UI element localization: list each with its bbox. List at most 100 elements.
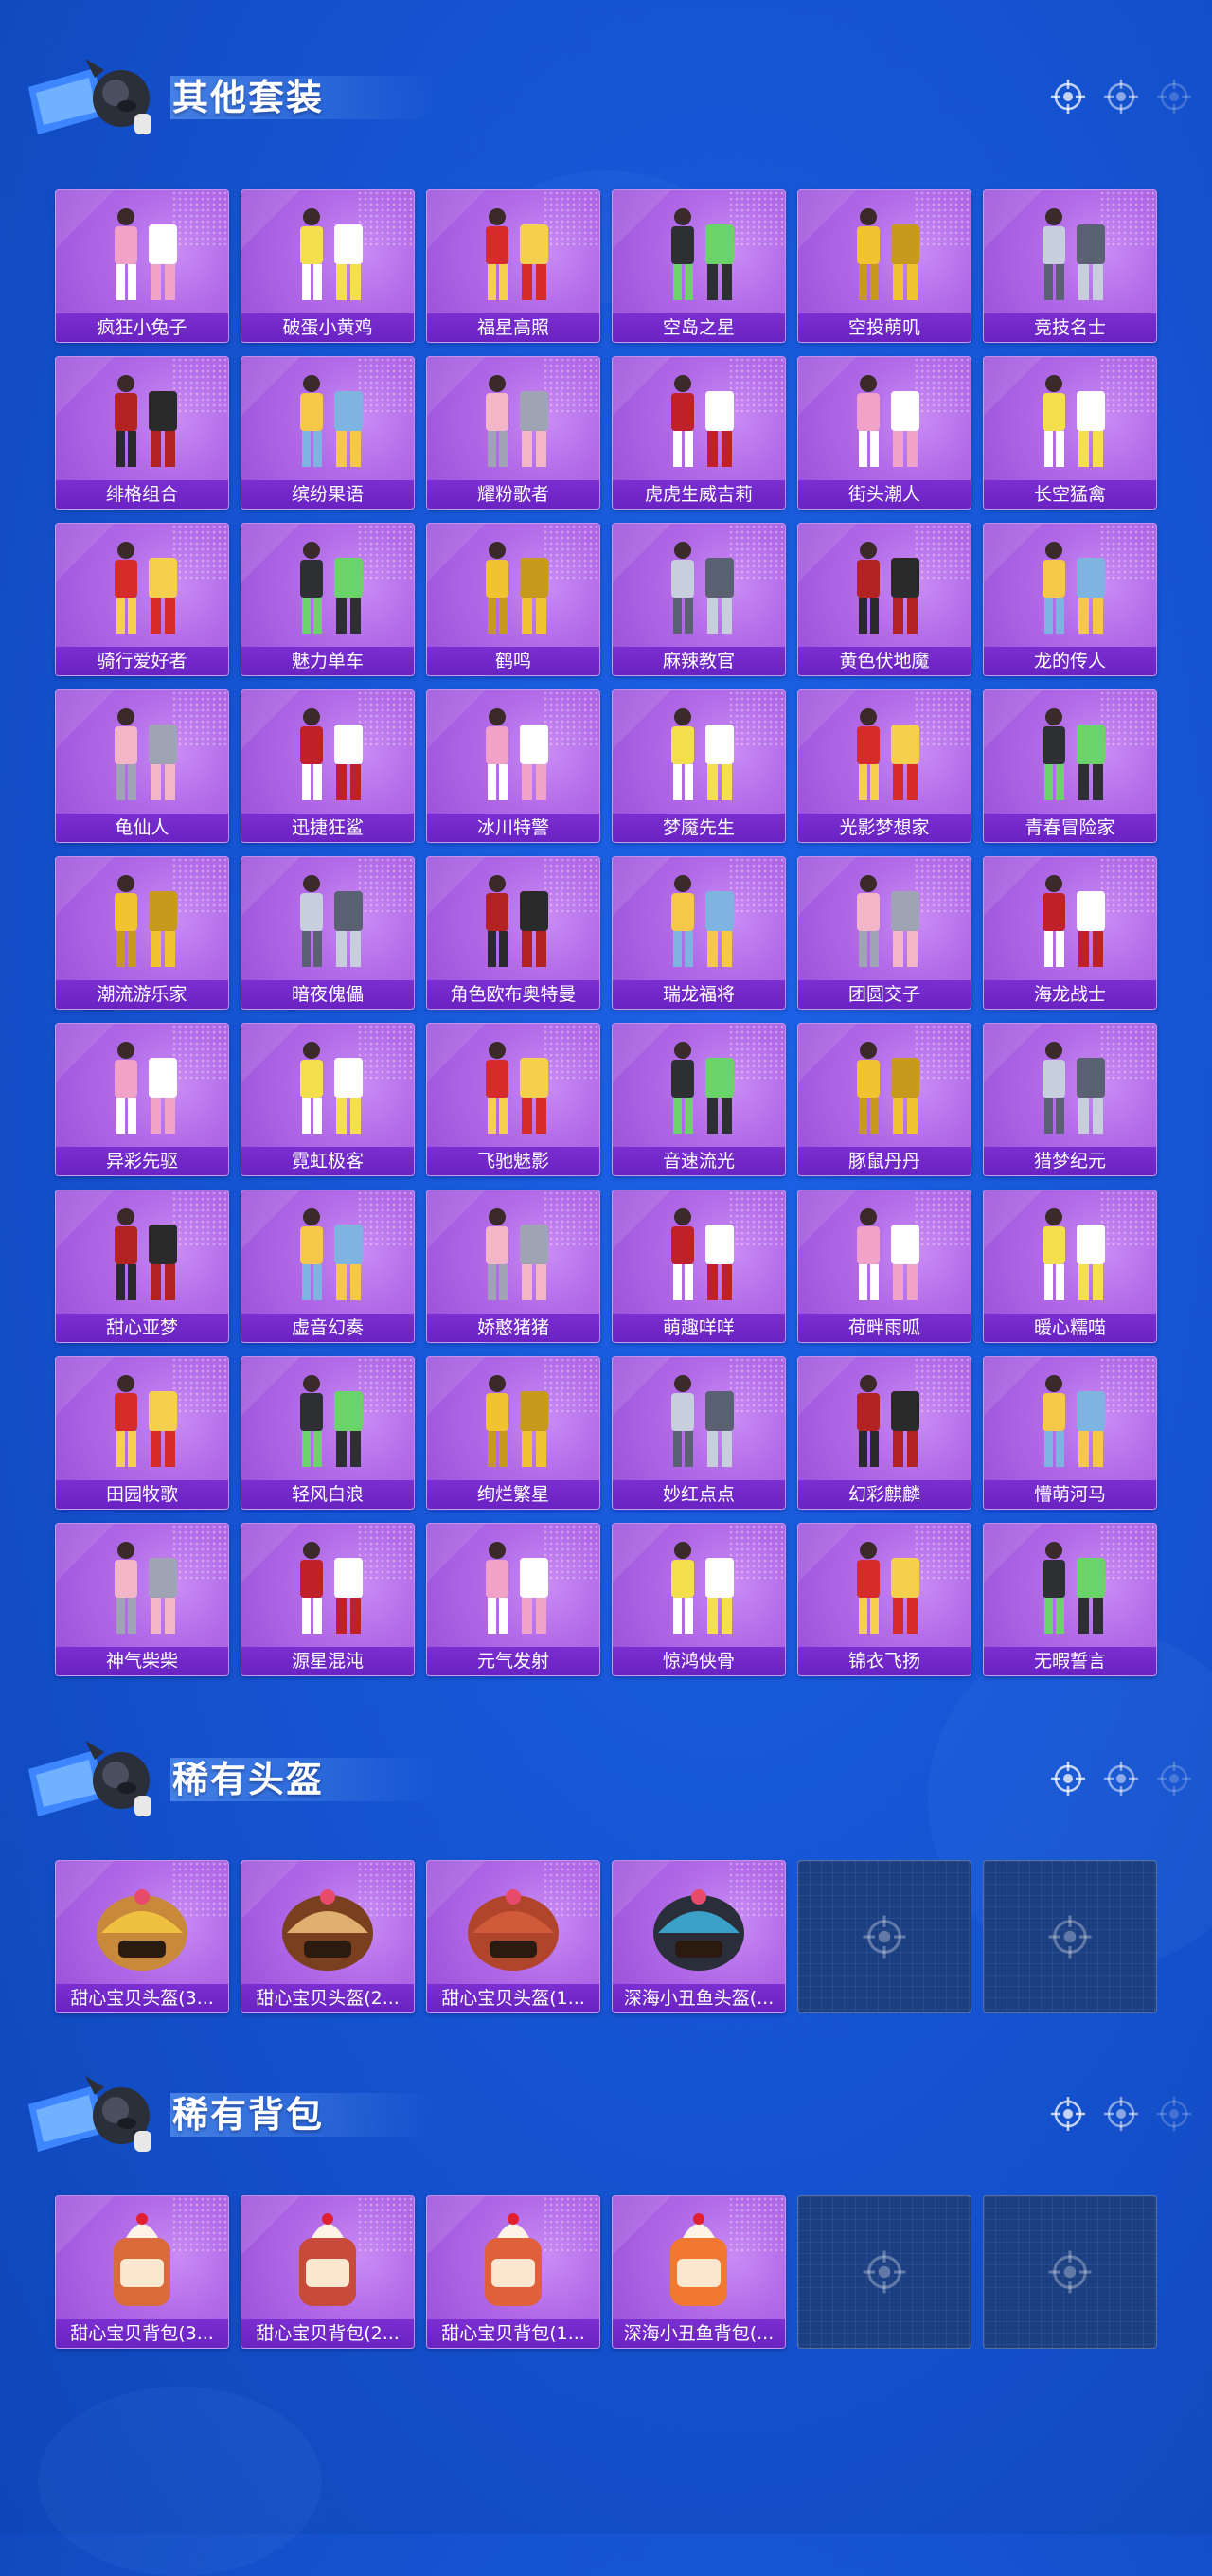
outfit-card[interactable]: 麻辣教官 [612,523,786,676]
outfit-image [115,208,177,300]
outfit-card[interactable]: 虚音幻奏 [241,1190,415,1343]
outfit-image [857,708,919,800]
outfit-card[interactable]: 飞驰魅影 [426,1023,600,1176]
section-title: 稀有背包 [172,2094,325,2136]
outfit-card[interactable]: 霓虹极客 [241,1023,415,1176]
outfit-card[interactable]: 青春冒险家 [983,689,1157,843]
outfit-card[interactable]: 福星高照 [426,189,600,343]
item-name: 瑞龙福将 [613,980,785,1009]
outfit-image [486,1208,548,1300]
mascot-icon [28,59,152,134]
mascot-icon [28,1741,152,1816]
outfit-card[interactable]: 懵萌河马 [983,1356,1157,1510]
outfit-card[interactable]: 猎梦纪元 [983,1023,1157,1176]
item-name: 冰川特警 [427,814,599,842]
outfit-card[interactable]: 轻风白浪 [241,1356,415,1510]
outfit-card[interactable]: 瑞龙福将 [612,856,786,1010]
outfit-card[interactable]: 绚烂繁星 [426,1356,600,1510]
outfit-card[interactable]: 龟仙人 [55,689,229,843]
outfit-card[interactable]: 梦魇先生 [612,689,786,843]
outfit-card[interactable]: 骑行爱好者 [55,523,229,676]
outfit-card[interactable]: 耀粉歌者 [426,356,600,510]
outfit-card[interactable]: 光影梦想家 [797,689,971,843]
outfit-card[interactable]: 神气柴柴 [55,1523,229,1676]
backpack-card[interactable]: 甜心宝贝背包(1... [426,2195,600,2349]
outfit-card[interactable]: 萌趣咩咩 [612,1190,786,1343]
outfit-card[interactable]: 锦衣飞扬 [797,1523,971,1676]
outfit-image [486,208,548,300]
helmet-card[interactable]: 甜心宝贝头盔(3... [55,1860,229,2013]
outfit-card[interactable]: 长空猛禽 [983,356,1157,510]
outfit-card[interactable]: 竞技名士 [983,189,1157,343]
outfit-card[interactable]: 惊鸿侠骨 [612,1523,786,1676]
outfit-card[interactable]: 角色欧布奥特曼 [426,856,600,1010]
helmet-image [282,1889,373,1971]
backpack-card[interactable]: 甜心宝贝背包(3... [55,2195,229,2349]
outfit-card[interactable]: 团圆交子 [797,856,971,1010]
item-name: 海龙战士 [984,980,1156,1009]
outfit-card[interactable]: 音速流光 [612,1023,786,1176]
backpack-image [670,2213,727,2306]
outfit-card[interactable]: 异彩先驱 [55,1023,229,1176]
outfit-card[interactable]: 黄色伏地魔 [797,523,971,676]
helmet-card[interactable]: 甜心宝贝头盔(1... [426,1860,600,2013]
crosshair-icon [863,1915,906,1959]
outfit-card[interactable]: 龙的传人 [983,523,1157,676]
item-name: 甜心宝贝头盔(3... [56,1984,228,2012]
outfit-image [1043,1542,1105,1634]
outfit-card[interactable]: 豚鼠丹丹 [797,1023,971,1176]
outfit-card[interactable]: 暖心糯喵 [983,1190,1157,1343]
outfit-card[interactable]: 暗夜傀儡 [241,856,415,1010]
item-name: 龙的传人 [984,647,1156,675]
outfit-card[interactable]: 妙红点点 [612,1356,786,1510]
outfit-card[interactable]: 甜心亚梦 [55,1190,229,1343]
empty-slot [983,1860,1157,2013]
outfit-card[interactable]: 街头潮人 [797,356,971,510]
item-name: 萌趣咩咩 [613,1314,785,1342]
outfit-image [486,708,548,800]
outfit-card[interactable]: 潮流游乐家 [55,856,229,1010]
outfit-card[interactable]: 破蛋小黄鸡 [241,189,415,343]
item-name: 幻彩麒麟 [798,1480,971,1509]
outfit-card[interactable]: 空投萌叽 [797,189,971,343]
outfit-card[interactable]: 冰川特警 [426,689,600,843]
helmet-image [653,1889,744,1971]
helmet-card[interactable]: 深海小丑鱼头盔(... [612,1860,786,2013]
outfit-card[interactable]: 海龙战士 [983,856,1157,1010]
outfit-card[interactable]: 迅捷狂鲨 [241,689,415,843]
outfit-card[interactable]: 元气发射 [426,1523,600,1676]
outfit-card[interactable]: 无暇誓言 [983,1523,1157,1676]
item-name: 麻辣教官 [613,647,785,675]
crosshair-icon [1157,1762,1191,1796]
outfit-card[interactable]: 幻彩麒麟 [797,1356,971,1510]
outfit-image [300,875,363,967]
outfit-card[interactable]: 源星混沌 [241,1523,415,1676]
item-name: 破蛋小黄鸡 [241,313,414,342]
outfit-image [857,1208,919,1300]
item-name: 田园牧歌 [56,1480,228,1509]
outfit-card[interactable]: 疯狂小兔子 [55,189,229,343]
outfit-card[interactable]: 缤纷果语 [241,356,415,510]
section-header: 稀有背包 [28,2066,1193,2161]
item-name: 福星高照 [427,313,599,342]
backpack-card[interactable]: 甜心宝贝背包(2... [241,2195,415,2349]
item-name: 娇憨猪猪 [427,1314,599,1342]
outfit-card[interactable]: 空岛之星 [612,189,786,343]
item-name: 空岛之星 [613,313,785,342]
helmet-card[interactable]: 甜心宝贝头盔(2... [241,1860,415,2013]
outfit-card[interactable]: 田园牧歌 [55,1356,229,1510]
outfit-image [1043,208,1105,300]
outfit-image [300,1375,363,1467]
mascot-icon [28,2076,152,2152]
outfit-card[interactable]: 娇憨猪猪 [426,1190,600,1343]
backpack-card[interactable]: 深海小丑鱼背包(... [612,2195,786,2349]
item-name: 猎梦纪元 [984,1147,1156,1175]
item-name: 团圆交子 [798,980,971,1009]
outfit-card[interactable]: 荷畔雨呱 [797,1190,971,1343]
outfit-card[interactable]: 虎虎生威吉莉 [612,356,786,510]
outfit-image [857,542,919,634]
outfit-card[interactable]: 魅力单车 [241,523,415,676]
outfit-card[interactable]: 鹤鸣 [426,523,600,676]
item-name: 深海小丑鱼头盔(... [613,1984,785,2012]
outfit-card[interactable]: 绯格组合 [55,356,229,510]
